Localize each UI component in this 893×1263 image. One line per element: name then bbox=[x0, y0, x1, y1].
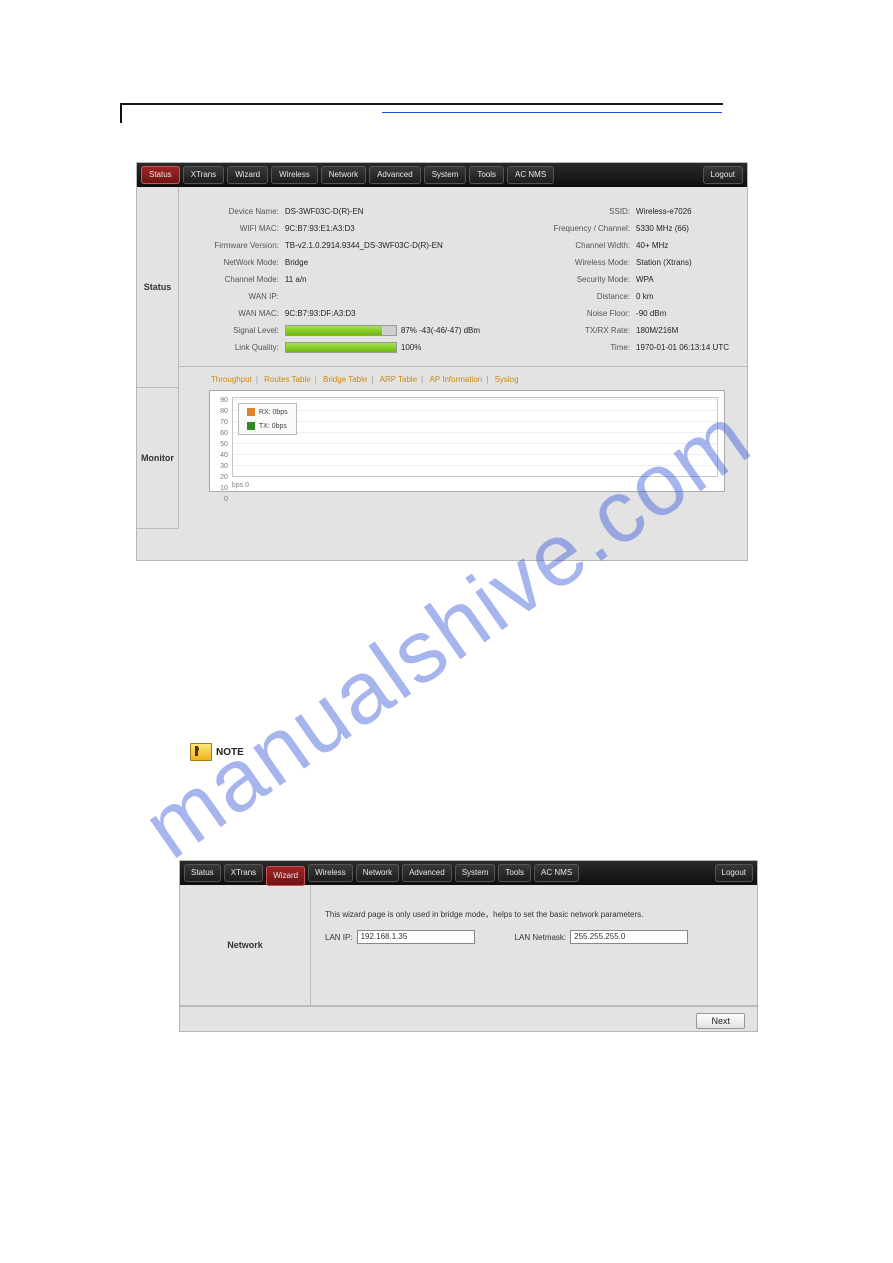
tab-wireless[interactable]: Wireless bbox=[271, 166, 318, 184]
subtab-bridge[interactable]: Bridge Table bbox=[323, 375, 367, 384]
wizard-side-label: Network bbox=[180, 885, 311, 1005]
status-value: 180M/216M bbox=[636, 326, 678, 335]
top-nav: Status XTrans Wizard Wireless Network Ad… bbox=[137, 163, 747, 187]
throughput-chart: 9080706050403020100 bps 0 RX: 0bps TX: 0… bbox=[209, 390, 725, 492]
status-value: 5330 MHz (66) bbox=[636, 224, 689, 233]
tab-acnms[interactable]: AC NMS bbox=[507, 166, 554, 184]
status-value: 9C:B7:93:DF:A3:D3 bbox=[285, 309, 356, 318]
header-link-underline bbox=[382, 112, 722, 113]
status-label: SSID: bbox=[520, 207, 630, 216]
status-value: -90 dBm bbox=[636, 309, 666, 318]
progress-bar bbox=[285, 325, 397, 336]
tab2-system[interactable]: System bbox=[455, 864, 496, 882]
tab2-logout[interactable]: Logout bbox=[715, 864, 753, 882]
status-value: WPA bbox=[636, 275, 654, 284]
subtab-throughput[interactable]: Throughput bbox=[211, 375, 252, 384]
subtab-syslog[interactable]: Syslog bbox=[495, 375, 519, 384]
status-label: Firmware Version: bbox=[183, 241, 279, 250]
header-rule bbox=[122, 103, 723, 105]
status-label: WAN IP: bbox=[183, 292, 279, 301]
status-label: Channel Mode: bbox=[183, 275, 279, 284]
status-page-screenshot: Status XTrans Wizard Wireless Network Ad… bbox=[136, 162, 748, 561]
status-label: NetWork Mode: bbox=[183, 258, 279, 267]
tab-network[interactable]: Network bbox=[321, 166, 366, 184]
lan-ip-input[interactable]: 192.168.1.35 bbox=[357, 930, 475, 944]
status-label: Frequency / Channel: bbox=[520, 224, 630, 233]
note-icon bbox=[190, 743, 212, 761]
tab2-xtrans[interactable]: XTrans bbox=[224, 864, 264, 882]
tab2-wireless[interactable]: Wireless bbox=[308, 864, 353, 882]
status-value: 9C:B7:93:E1:A3:D3 bbox=[285, 224, 355, 233]
status-value: 1970-01-01 06:13:14 UTC bbox=[636, 343, 729, 352]
lan-ip-label: LAN IP: bbox=[325, 933, 353, 942]
tab-tools[interactable]: Tools bbox=[469, 166, 504, 184]
side-monitor-label: Monitor bbox=[137, 388, 178, 529]
legend-rx: RX: 0bps bbox=[259, 409, 288, 416]
status-label: Channel Width: bbox=[520, 241, 630, 250]
status-label: WAN MAC: bbox=[183, 309, 279, 318]
tab2-tools[interactable]: Tools bbox=[498, 864, 531, 882]
status-label: Signal Level: bbox=[183, 326, 279, 335]
tab2-acnms[interactable]: AC NMS bbox=[534, 864, 579, 882]
tab2-status[interactable]: Status bbox=[184, 864, 221, 882]
status-label: Distance: bbox=[520, 292, 630, 301]
wizard-description: This wizard page is only used in bridge … bbox=[325, 909, 743, 920]
status-table: Device Name: DS-3WF03C-D(R)-EN WIFI MAC: 9C… bbox=[179, 187, 747, 366]
wizard-page-screenshot: Status XTrans Wizard Wireless Network Ad… bbox=[179, 860, 758, 1032]
note-callout: NOTE bbox=[190, 743, 244, 761]
status-value: TB-v2.1.0.2914.9344_DS-3WF03C-D(R)-EN bbox=[285, 241, 443, 250]
tab-status[interactable]: Status bbox=[141, 166, 180, 184]
tab-logout[interactable]: Logout bbox=[703, 166, 743, 184]
status-label: Security Mode: bbox=[520, 275, 630, 284]
status-label: Noise Floor: bbox=[520, 309, 630, 318]
progress-bar bbox=[285, 342, 397, 353]
status-value: 100% bbox=[401, 343, 421, 352]
monitor-subtabs: Throughput| Routes Table| Bridge Table| … bbox=[209, 375, 725, 384]
legend-tx: TX: 0bps bbox=[259, 423, 287, 430]
legend-swatch-rx bbox=[247, 408, 255, 416]
subtab-apinfo[interactable]: AP Information bbox=[429, 375, 482, 384]
status-label: Time: bbox=[520, 343, 630, 352]
tab2-advanced[interactable]: Advanced bbox=[402, 864, 452, 882]
top-nav-wizard: Status XTrans Wizard Wireless Network Ad… bbox=[180, 861, 757, 885]
status-value: Wireless-e7026 bbox=[636, 207, 692, 216]
legend-swatch-tx bbox=[247, 422, 255, 430]
next-button[interactable]: Next bbox=[696, 1013, 745, 1029]
lan-netmask-label: LAN Netmask: bbox=[515, 933, 567, 942]
status-value: Bridge bbox=[285, 258, 308, 267]
chart-area bbox=[232, 397, 718, 477]
side-status-label: Status bbox=[137, 187, 178, 388]
tab2-wizard[interactable]: Wizard bbox=[266, 866, 305, 886]
tab-xtrans[interactable]: XTrans bbox=[183, 166, 225, 184]
note-label: NOTE bbox=[216, 747, 244, 758]
subtab-arp[interactable]: ARP Table bbox=[380, 375, 418, 384]
status-value: 11 a/n bbox=[285, 275, 307, 284]
tab-wizard[interactable]: Wizard bbox=[227, 166, 268, 184]
status-label: TX/RX Rate: bbox=[520, 326, 630, 335]
header-bar-vert bbox=[120, 103, 122, 123]
tab-system[interactable]: System bbox=[424, 166, 467, 184]
status-value: Station (Xtrans) bbox=[636, 258, 692, 267]
status-label: WIFI MAC: bbox=[183, 224, 279, 233]
status-value: 40+ MHz bbox=[636, 241, 668, 250]
status-value: DS-3WF03C-D(R)-EN bbox=[285, 207, 364, 216]
status-label: Wireless Mode: bbox=[520, 258, 630, 267]
status-label: Device Name: bbox=[183, 207, 279, 216]
status-value: 0 km bbox=[636, 292, 653, 301]
status-label: Link Quality: bbox=[183, 343, 279, 352]
subtab-routes[interactable]: Routes Table bbox=[264, 375, 311, 384]
tab2-network[interactable]: Network bbox=[356, 864, 399, 882]
tab-advanced[interactable]: Advanced bbox=[369, 166, 421, 184]
chart-legend: RX: 0bps TX: 0bps bbox=[238, 403, 297, 435]
chart-yticks: 9080706050403020100 bbox=[214, 395, 228, 505]
chart-xlabel: bps 0 bbox=[232, 482, 249, 489]
lan-netmask-input[interactable]: 255.255.255.0 bbox=[570, 930, 688, 944]
status-value: 87% -43(-46/-47) dBm bbox=[401, 326, 480, 335]
